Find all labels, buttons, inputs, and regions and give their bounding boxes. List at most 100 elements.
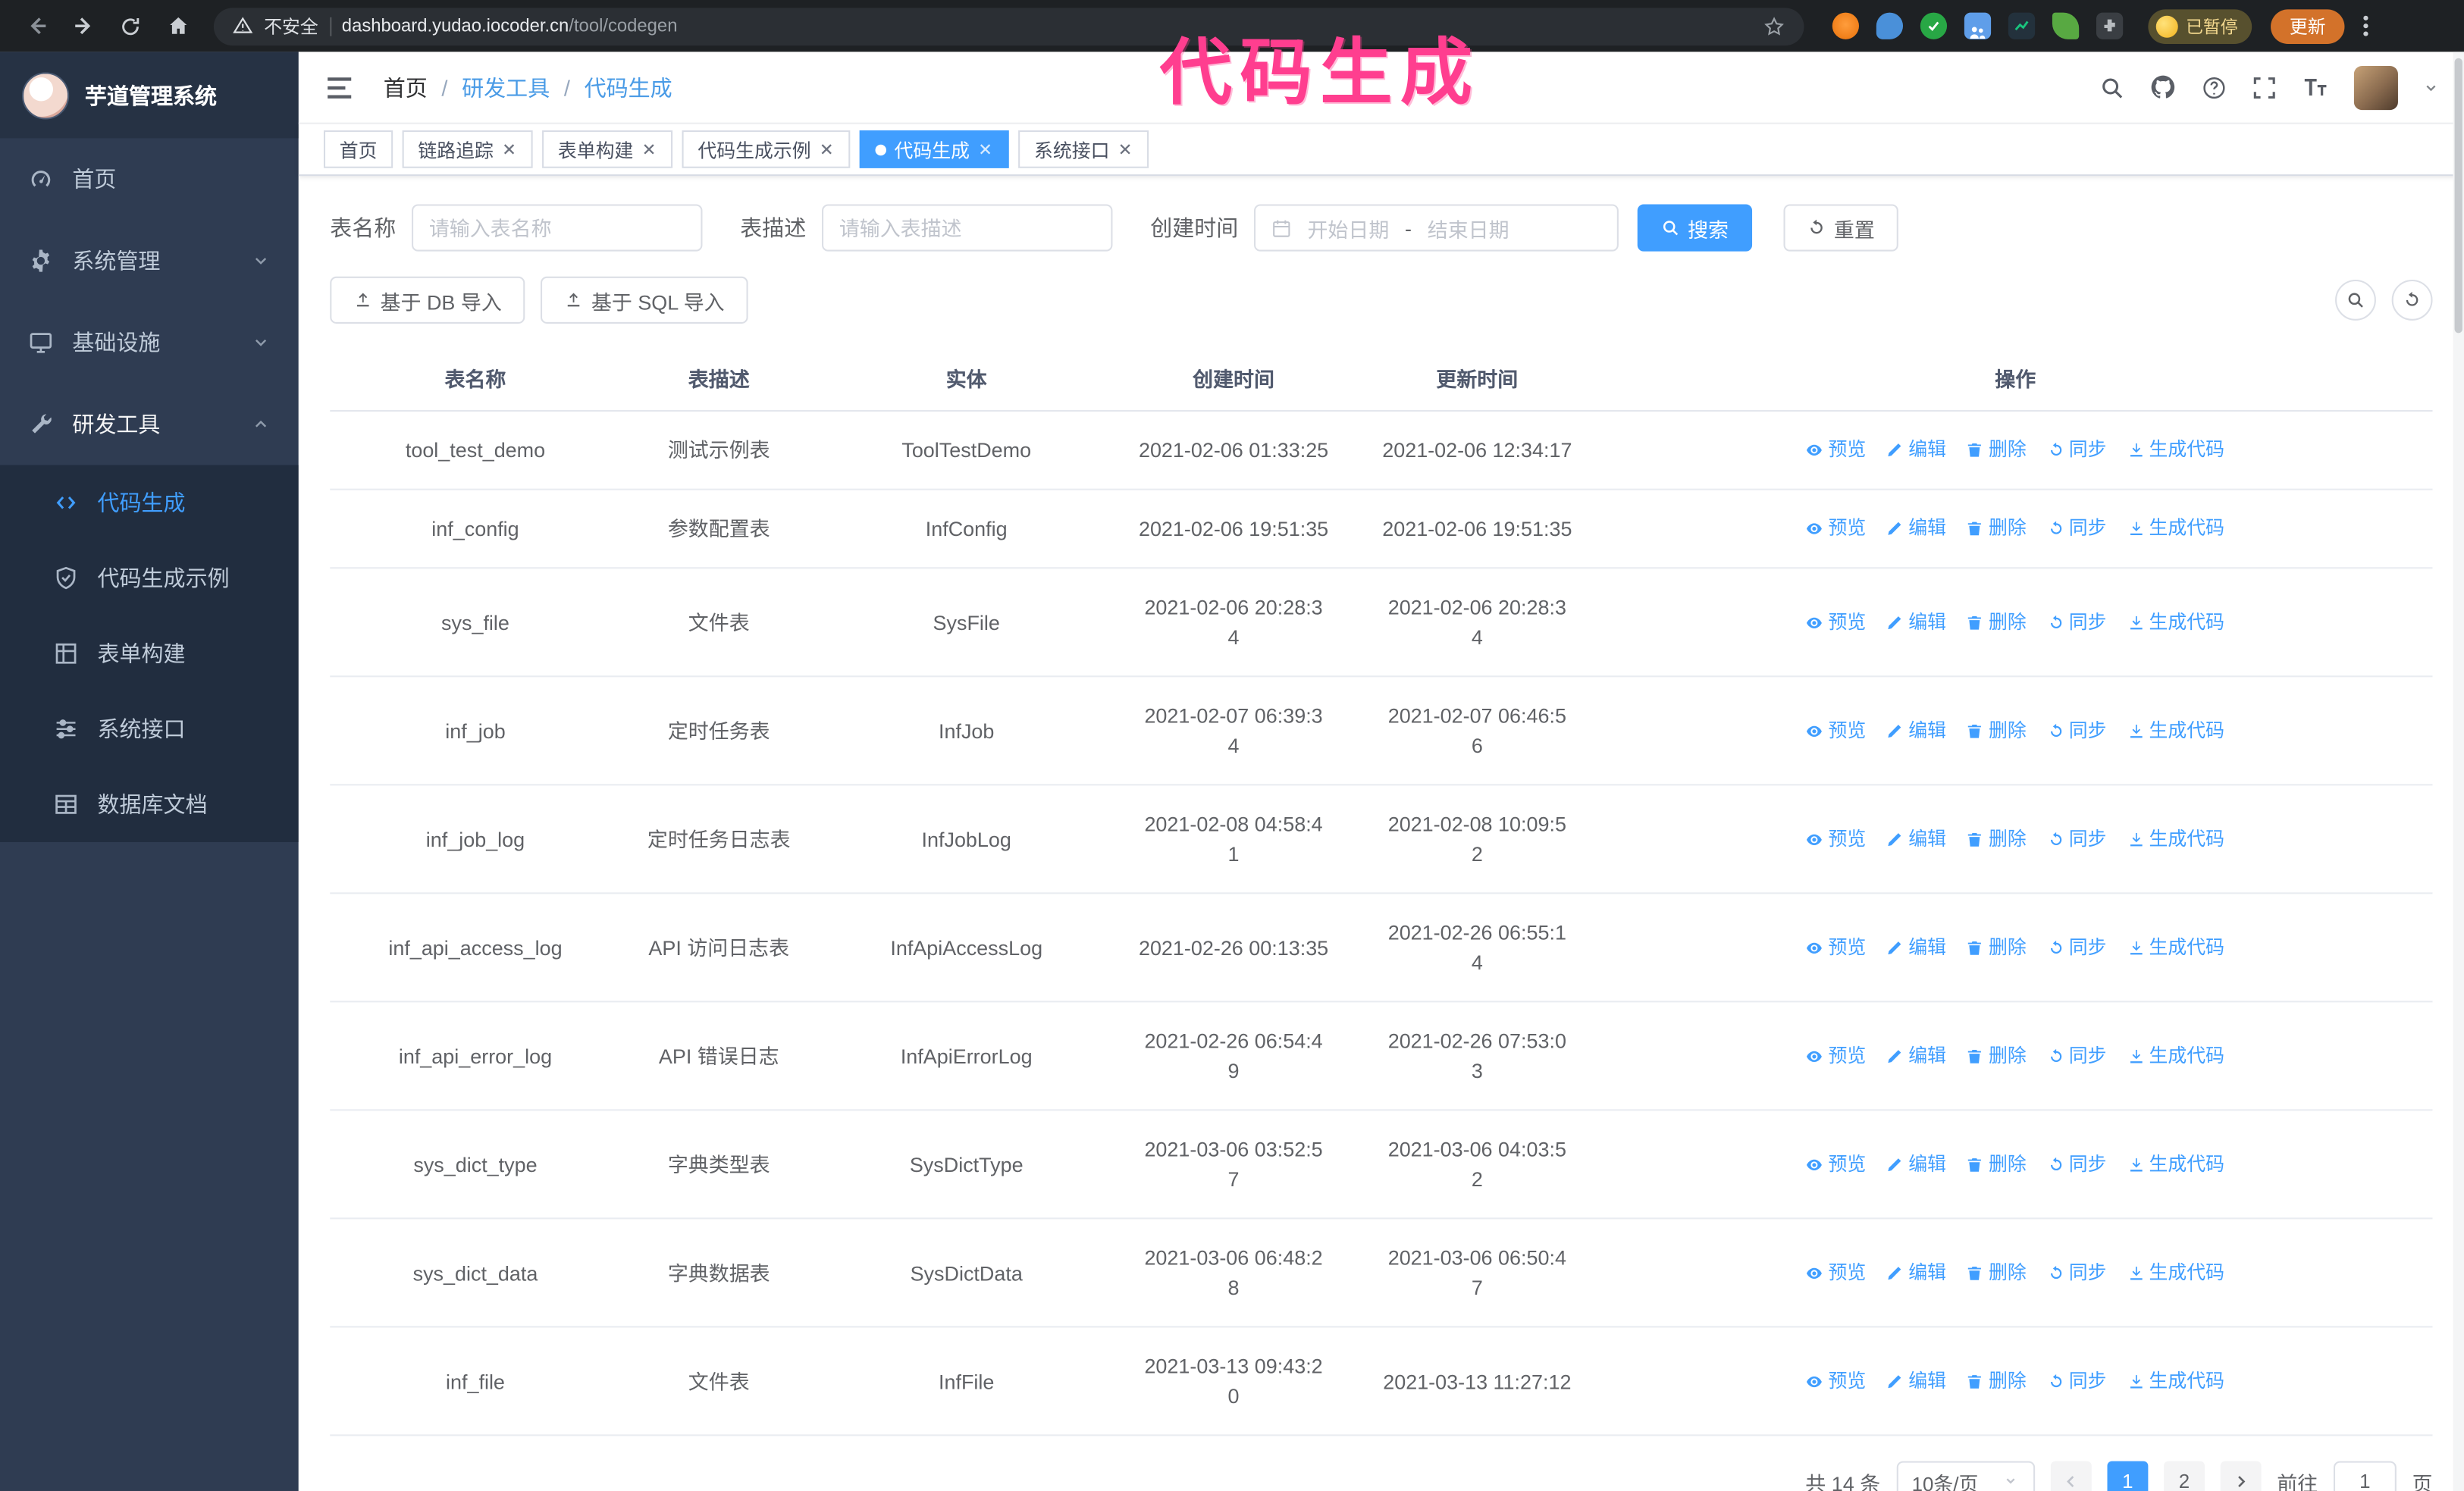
sync-link[interactable]: 同步 bbox=[2047, 824, 2106, 854]
edit-link[interactable]: 编辑 bbox=[1886, 1149, 1946, 1179]
extension-icon-orange[interactable] bbox=[1832, 12, 1860, 39]
sidebar-item-codegen-example[interactable]: 代码生成示例 bbox=[0, 540, 299, 616]
breadcrumb-devtools[interactable]: 研发工具 bbox=[462, 71, 550, 102]
delete-link[interactable]: 删除 bbox=[1967, 1149, 2027, 1179]
fullscreen-button[interactable] bbox=[2252, 74, 2277, 99]
import-sql-button[interactable]: 基于 SQL 导入 bbox=[541, 276, 748, 324]
edit-link[interactable]: 编辑 bbox=[1886, 1366, 1946, 1395]
generate-code-link[interactable]: 生成代码 bbox=[2127, 1258, 2224, 1287]
generate-code-link[interactable]: 生成代码 bbox=[2127, 1366, 2224, 1395]
close-icon[interactable] bbox=[501, 142, 517, 158]
extension-icon-leaf[interactable] bbox=[2052, 12, 2080, 39]
table-desc-input[interactable] bbox=[822, 204, 1113, 252]
sidebar-item-api[interactable]: 系统接口 bbox=[0, 691, 299, 766]
preview-link[interactable]: 预览 bbox=[1806, 716, 1866, 745]
sync-link[interactable]: 同步 bbox=[2047, 1366, 2106, 1395]
preview-link[interactable]: 预览 bbox=[1806, 1258, 1866, 1287]
page-1-button[interactable]: 1 bbox=[2107, 1461, 2149, 1491]
edit-link[interactable]: 编辑 bbox=[1886, 824, 1946, 854]
edit-link[interactable]: 编辑 bbox=[1886, 607, 1946, 637]
refresh-table-button[interactable] bbox=[2391, 279, 2433, 321]
app-logo[interactable]: 芋道管理系统 bbox=[0, 52, 299, 139]
preview-link[interactable]: 预览 bbox=[1806, 514, 1866, 543]
close-icon[interactable] bbox=[1118, 142, 1133, 158]
generate-code-link[interactable]: 生成代码 bbox=[2127, 1041, 2224, 1070]
preview-link[interactable]: 预览 bbox=[1806, 824, 1866, 854]
tab-codegen-example[interactable]: 代码生成示例 bbox=[682, 130, 851, 168]
preview-link[interactable]: 预览 bbox=[1806, 1041, 1866, 1070]
breadcrumb-home[interactable]: 首页 bbox=[384, 71, 428, 102]
generate-code-link[interactable]: 生成代码 bbox=[2127, 932, 2224, 962]
github-button[interactable] bbox=[2149, 74, 2176, 100]
preview-link[interactable]: 预览 bbox=[1806, 607, 1866, 637]
next-page-button[interactable] bbox=[2220, 1461, 2262, 1491]
paused-badge[interactable]: 已暂停 bbox=[2148, 8, 2252, 43]
scrollbar-thumb[interactable] bbox=[2454, 58, 2462, 334]
edit-link[interactable]: 编辑 bbox=[1886, 1041, 1946, 1070]
generate-code-link[interactable]: 生成代码 bbox=[2127, 435, 2224, 465]
generate-code-link[interactable]: 生成代码 bbox=[2127, 514, 2224, 543]
sidebar-item-infrastructure[interactable]: 基础设施 bbox=[0, 302, 299, 384]
font-size-button[interactable] bbox=[2303, 74, 2329, 100]
goto-page-input[interactable] bbox=[2333, 1461, 2397, 1491]
tab-home[interactable]: 首页 bbox=[323, 130, 393, 168]
edit-link[interactable]: 编辑 bbox=[1886, 716, 1946, 745]
preview-link[interactable]: 预览 bbox=[1806, 435, 1866, 465]
bookmark-star-icon[interactable] bbox=[1763, 15, 1785, 37]
avatar-caret-icon[interactable] bbox=[2423, 80, 2439, 96]
reset-button[interactable]: 重置 bbox=[1783, 204, 1898, 252]
delete-link[interactable]: 删除 bbox=[1967, 514, 2027, 543]
delete-link[interactable]: 删除 bbox=[1967, 607, 2027, 637]
tab-tracing[interactable]: 链路追踪 bbox=[402, 130, 533, 168]
generate-code-link[interactable]: 生成代码 bbox=[2127, 1149, 2224, 1179]
table-name-input[interactable] bbox=[412, 204, 703, 252]
scrollbar[interactable] bbox=[2453, 52, 2464, 1491]
sync-link[interactable]: 同步 bbox=[2047, 607, 2106, 637]
extension-icon-dark-chart[interactable] bbox=[2008, 12, 2036, 39]
sidebar-item-system[interactable]: 系统管理 bbox=[0, 220, 299, 302]
preview-link[interactable]: 预览 bbox=[1806, 932, 1866, 962]
toggle-search-button[interactable] bbox=[2335, 279, 2376, 321]
delete-link[interactable]: 删除 bbox=[1967, 716, 2027, 745]
close-icon[interactable] bbox=[641, 142, 657, 158]
forward-button[interactable] bbox=[63, 5, 104, 46]
sync-link[interactable]: 同步 bbox=[2047, 1041, 2106, 1070]
hamburger-icon[interactable] bbox=[324, 71, 355, 102]
tab-api[interactable]: 系统接口 bbox=[1018, 130, 1149, 168]
reload-button[interactable] bbox=[110, 5, 151, 46]
delete-link[interactable]: 删除 bbox=[1967, 824, 2027, 854]
edit-link[interactable]: 编辑 bbox=[1886, 1258, 1946, 1287]
close-icon[interactable] bbox=[819, 142, 835, 158]
user-avatar[interactable] bbox=[2353, 65, 2398, 110]
address-bar[interactable]: 不安全 dashboard.yudao.iocoder.cn/tool/code… bbox=[213, 7, 1804, 45]
sidebar-item-db-doc[interactable]: 数据库文档 bbox=[0, 766, 299, 841]
browser-menu-icon[interactable] bbox=[2363, 15, 2368, 36]
browser-update-button[interactable]: 更新 bbox=[2271, 8, 2345, 43]
sync-link[interactable]: 同步 bbox=[2047, 716, 2106, 745]
tab-codegen[interactable]: 代码生成 bbox=[859, 130, 1009, 168]
sync-link[interactable]: 同步 bbox=[2047, 1258, 2106, 1287]
delete-link[interactable]: 删除 bbox=[1967, 1366, 2027, 1395]
sidebar-item-codegen[interactable]: 代码生成 bbox=[0, 465, 299, 540]
sidebar-item-home[interactable]: 首页 bbox=[0, 138, 299, 220]
sync-link[interactable]: 同步 bbox=[2047, 514, 2106, 543]
preview-link[interactable]: 预览 bbox=[1806, 1366, 1866, 1395]
sync-link[interactable]: 同步 bbox=[2047, 932, 2106, 962]
back-button[interactable] bbox=[16, 5, 57, 46]
prev-page-button[interactable] bbox=[2050, 1461, 2092, 1491]
edit-link[interactable]: 编辑 bbox=[1886, 514, 1946, 543]
preview-link[interactable]: 预览 bbox=[1806, 1149, 1866, 1179]
delete-link[interactable]: 删除 bbox=[1967, 1258, 2027, 1287]
delete-link[interactable]: 删除 bbox=[1967, 435, 2027, 465]
sidebar-item-devtools[interactable]: 研发工具 bbox=[0, 384, 299, 465]
date-range-picker[interactable]: 开始日期 - 结束日期 bbox=[1254, 204, 1619, 252]
generate-code-link[interactable]: 生成代码 bbox=[2127, 607, 2224, 637]
extension-icon-green-check[interactable] bbox=[1920, 12, 1948, 39]
generate-code-link[interactable]: 生成代码 bbox=[2127, 716, 2224, 745]
delete-link[interactable]: 删除 bbox=[1967, 932, 2027, 962]
tab-form-builder[interactable]: 表单构建 bbox=[542, 130, 673, 168]
help-button[interactable] bbox=[2202, 74, 2227, 99]
sync-link[interactable]: 同步 bbox=[2047, 435, 2106, 465]
extension-icon-people[interactable] bbox=[1964, 12, 1992, 39]
header-search-button[interactable] bbox=[2099, 74, 2124, 99]
